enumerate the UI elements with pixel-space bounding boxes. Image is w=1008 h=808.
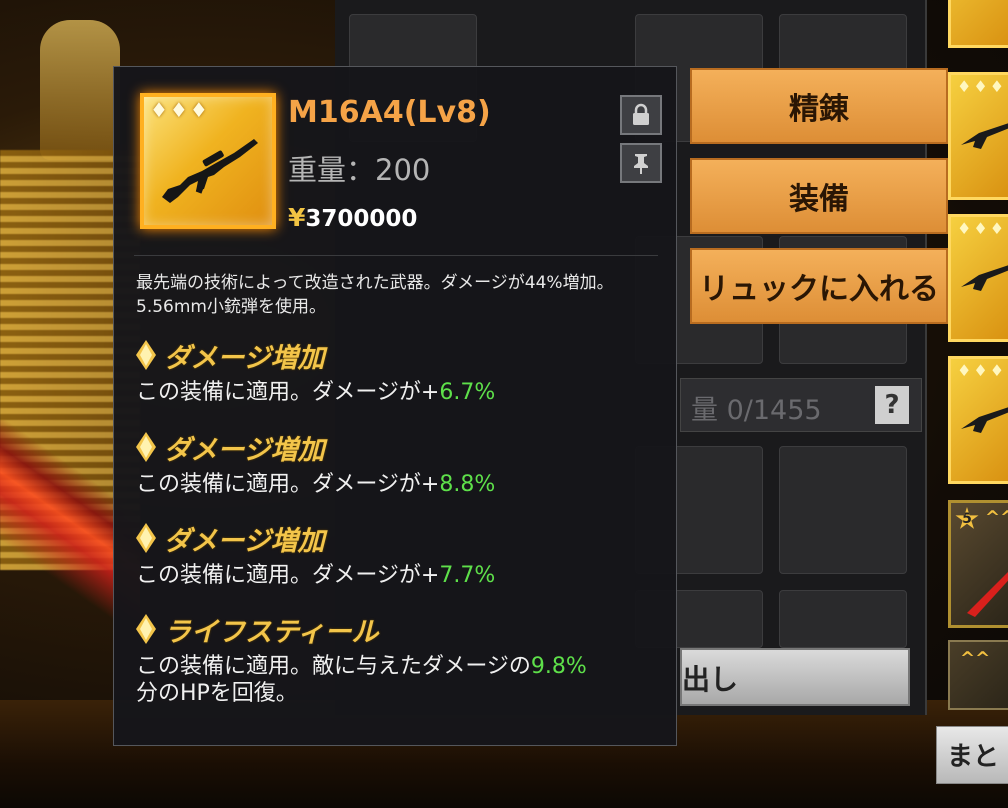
- divider: [134, 255, 658, 256]
- item-thumbnail[interactable]: ^^: [948, 640, 1008, 710]
- background-gold-statue: [40, 20, 120, 160]
- item-thumbnail[interactable]: [948, 0, 1008, 48]
- item-description: 最先端の技術によって改造された武器。ダメージが44%増加。5.56mm小銃弾を使…: [136, 273, 614, 317]
- equip-button[interactable]: 装備: [690, 158, 948, 234]
- lock-button[interactable]: [620, 95, 662, 135]
- yen-icon: ¥: [288, 203, 306, 232]
- item-icon-frame: ♦♦♦: [140, 93, 276, 229]
- diamond-icon: [136, 614, 156, 644]
- pin-icon: [634, 154, 648, 174]
- upgrade-chevron-icon: ^^: [985, 507, 1008, 528]
- diamond-icon: [136, 432, 156, 462]
- diamond-icon: [136, 523, 156, 553]
- lock-icon: [633, 103, 649, 125]
- effect-description: この装備に適用。ダメージが+6.7%: [136, 380, 496, 405]
- summary-button[interactable]: まと: [936, 726, 1008, 784]
- effect-name: ダメージ増加: [164, 434, 325, 466]
- effect-value: 6.7%: [439, 380, 496, 405]
- star-level-badge: 5: [955, 507, 979, 529]
- rarity-diamonds: ♦♦♦: [150, 98, 210, 122]
- rifle-icon: [961, 265, 1008, 291]
- take-out-button-label: 出し: [682, 663, 739, 696]
- effect-value: 7.7%: [439, 563, 496, 588]
- put-in-backpack-button[interactable]: リュックに入れる: [690, 248, 948, 324]
- item-weight: 重量：200: [288, 153, 431, 187]
- item-thumbnail[interactable]: ♦♦♦: [948, 72, 1008, 200]
- pin-button[interactable]: [620, 143, 662, 183]
- inventory-capacity-text: 量 0/1455: [691, 395, 822, 426]
- rifle-icon: [162, 139, 258, 203]
- rarity-diamonds: ♦♦♦: [957, 361, 1007, 380]
- effect-name: ダメージ増加: [164, 525, 325, 557]
- item-tooltip: ♦♦♦ M16A4(Lv8) 重量：200 ¥3700000 最先端の技術によっ…: [113, 66, 677, 746]
- effect-value: 8.8%: [439, 472, 496, 497]
- effect-entry: ライフスティール この装備に適用。敵に与えたダメージの9.8% 分のHPを回復。: [136, 611, 676, 707]
- item-price: ¥3700000: [288, 203, 417, 232]
- item-thumbnail[interactable]: 5 ^^: [948, 500, 1008, 628]
- rifle-icon: [961, 407, 1008, 433]
- effect-entry: ダメージ増加 この装備に適用。ダメージが+6.7%: [136, 337, 676, 406]
- effect-description: この装備に適用。敵に与えたダメージの9.8% 分のHPを回復。: [136, 654, 587, 706]
- help-icon[interactable]: ?: [875, 386, 909, 424]
- effect-description: この装備に適用。ダメージが+7.7%: [136, 563, 496, 588]
- effect-entry: ダメージ増加 この装備に適用。ダメージが+7.7%: [136, 520, 676, 589]
- item-price-value: 3700000: [305, 206, 418, 232]
- item-thumbnail[interactable]: ♦♦♦: [948, 214, 1008, 342]
- inventory-slot[interactable]: [779, 590, 907, 648]
- inventory-capacity-bar: 量 0/1455 ?: [680, 378, 922, 432]
- rarity-diamonds: ♦♦♦: [957, 219, 1007, 238]
- item-thumbnail[interactable]: ♦♦♦: [948, 356, 1008, 484]
- inventory-slot[interactable]: [779, 446, 907, 574]
- rifle-icon: [961, 123, 1008, 149]
- diamond-icon: [136, 340, 156, 370]
- summary-button-label: まと: [947, 742, 1000, 772]
- effect-entry: ダメージ増加 この装備に適用。ダメージが+8.8%: [136, 429, 676, 498]
- effect-value: 9.8%: [530, 654, 587, 679]
- upgrade-chevron-icon: ^^: [960, 648, 991, 669]
- item-name: M16A4(Lv8): [288, 95, 491, 130]
- refine-button[interactable]: 精錬: [690, 68, 948, 144]
- effect-description: この装備に適用。ダメージが+8.8%: [136, 472, 496, 497]
- rarity-diamonds: ♦♦♦: [957, 77, 1007, 96]
- effect-name: ライフスティール: [164, 616, 379, 648]
- effect-name: ダメージ増加: [164, 342, 325, 374]
- take-out-button[interactable]: 出し: [680, 648, 910, 706]
- red-weapon-icon: [967, 572, 1008, 617]
